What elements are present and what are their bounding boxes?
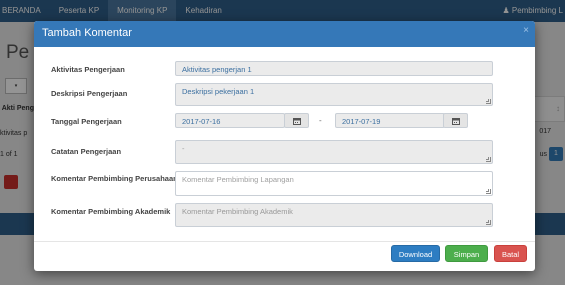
resize-handle[interactable] [486,220,491,225]
calendar-icon [452,118,460,125]
resize-handle[interactable] [486,99,491,104]
tanggal-mulai-field[interactable]: 2017-07-16 [175,113,285,128]
modal-footer-divider [34,241,535,242]
calendar-icon [293,118,301,125]
close-icon[interactable]: × [523,25,529,36]
komentar-akademik-placeholder: Komentar Pembimbing Akademik [182,207,293,216]
deskripsi-value: Deskripsi pekerjaan 1 [182,87,255,96]
modal-title: Tambah Komentar [42,27,132,39]
catatan-field[interactable]: - [175,140,493,164]
label-komentar-akademik: Komentar Pembimbing Akademik [51,207,171,216]
simpan-button[interactable]: Simpan [445,245,488,262]
calendar-button-end[interactable] [443,113,468,128]
komentar-akademik-field[interactable]: Komentar Pembimbing Akademik [175,203,493,227]
calendar-button-start[interactable] [284,113,309,128]
date-range-separator: - [319,116,322,125]
label-catatan: Catatan Pengerjaan [51,147,122,156]
komentar-perusahaan-placeholder: Komentar Pembimbing Lapangan [182,175,294,184]
label-komentar-perusahaan: Komentar Pembimbing Perusahaan [51,174,178,183]
aktivitas-field[interactable]: Aktivitas pengerjan 1 [175,61,493,76]
komentar-perusahaan-field[interactable]: Komentar Pembimbing Lapangan [175,171,493,196]
batal-button[interactable]: Batal [494,245,527,262]
resize-handle[interactable] [486,157,491,162]
catatan-value: - [182,144,185,153]
tanggal-selesai-field[interactable]: 2017-07-19 [335,113,445,128]
resize-handle[interactable] [486,189,491,194]
label-tanggal: Tanggal Pengerjaan [51,117,122,126]
label-deskripsi: Deskripsi Pengerjaan [51,89,128,98]
tambah-komentar-modal: Tambah Komentar × Aktivitas Pengerjaan A… [34,21,535,271]
deskripsi-field[interactable]: Deskripsi pekerjaan 1 [175,83,493,106]
download-button[interactable]: Download [391,245,440,262]
label-aktivitas: Aktivitas Pengerjaan [51,65,125,74]
modal-header: Tambah Komentar × [34,21,535,47]
